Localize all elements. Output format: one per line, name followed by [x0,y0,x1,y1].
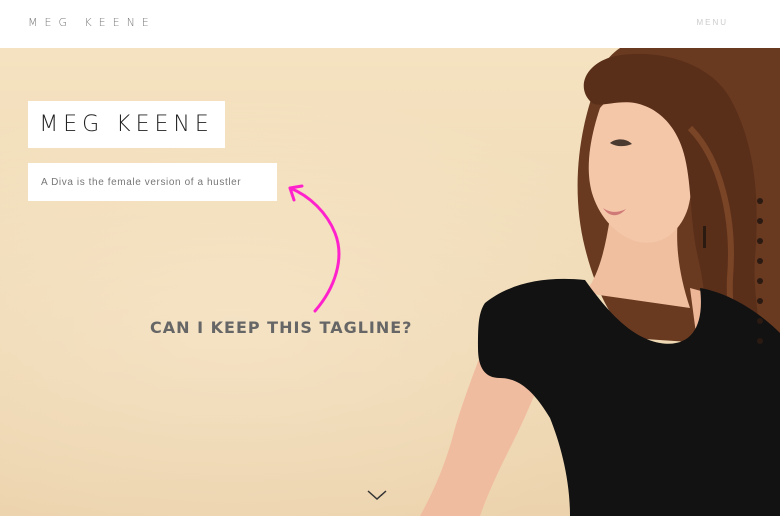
menu-button[interactable]: MENU [696,18,728,27]
hero-title: MEG KEENE [39,112,214,137]
top-nav-bar: MEG KEENE MENU [0,0,780,48]
pagination-dot[interactable] [757,338,763,344]
pagination-dot[interactable] [757,198,763,204]
pagination-dot[interactable] [757,218,763,224]
pagination-dot[interactable] [757,298,763,304]
hero-title-box: MEG KEENE [28,101,225,148]
hero-section: MEG KEENE A Diva is the female version o… [0,48,780,516]
pagination-dot[interactable] [757,258,763,264]
chevron-down-icon[interactable] [366,488,388,502]
pagination-dot[interactable] [757,318,763,324]
curved-arrow-icon [288,184,341,313]
pagination-dot[interactable] [757,238,763,244]
brand-logo[interactable]: MEG KEENE [28,16,156,29]
annotation-text: CAN I KEEP THIS TAGLINE? [150,318,413,337]
tagline-text: A Diva is the female version of a hustle… [41,176,242,188]
portrait-photo [420,48,780,516]
tagline-box: A Diva is the female version of a hustle… [28,163,277,201]
slide-pagination[interactable] [757,198,765,358]
pagination-dot[interactable] [757,278,763,284]
